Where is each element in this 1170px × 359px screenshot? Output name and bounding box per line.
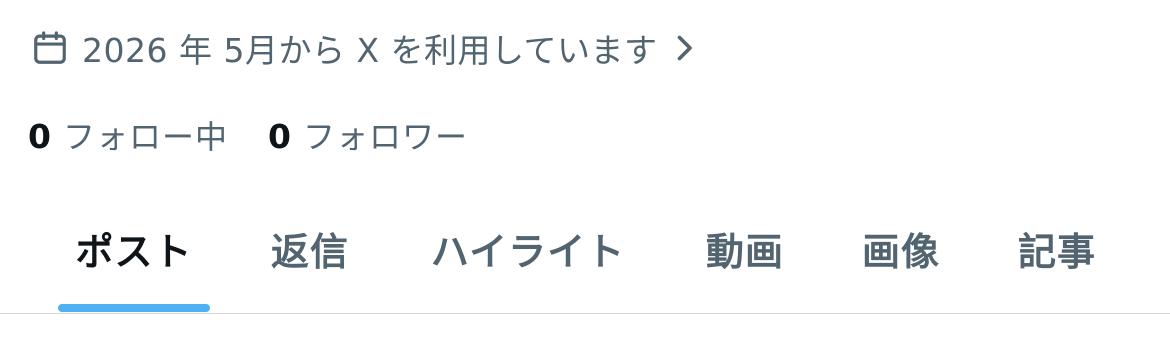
joined-date-row[interactable]: 2026 年 5月から X を利用しています: [30, 24, 698, 72]
active-tab-indicator: [58, 304, 210, 312]
tab-label: 画像: [861, 230, 940, 274]
tabs-divider: [0, 313, 1170, 314]
tab-highlights[interactable]: ハイライト: [408, 196, 648, 312]
following-count: 0: [28, 117, 51, 156]
tab-label: 記事: [1017, 230, 1096, 274]
follow-stats: 0 フォロー中 0 フォロワー: [28, 110, 468, 160]
followers-label: フォロワー: [302, 118, 468, 156]
tab-articles[interactable]: 記事: [998, 196, 1116, 312]
tab-videos[interactable]: 動画: [686, 196, 804, 312]
following-link[interactable]: 0 フォロー中: [28, 112, 228, 158]
joined-date-text: 2026 年 5月から X を利用しています: [82, 31, 658, 70]
tab-label: ポスト: [75, 230, 193, 274]
following-label: フォロー中: [62, 118, 228, 156]
tab-posts[interactable]: ポスト: [58, 196, 210, 312]
tab-label: 動画: [705, 230, 784, 274]
tab-label: 返信: [270, 230, 349, 274]
chevron-right-icon: [670, 28, 698, 68]
tab-images[interactable]: 画像: [842, 196, 960, 312]
calendar-icon: [30, 28, 70, 68]
tab-replies[interactable]: 返信: [252, 196, 368, 312]
followers-count: 0: [267, 117, 291, 156]
tab-label: ハイライト: [430, 230, 626, 274]
profile-tabs: ポスト 返信 ハイライト 動画 画像 記事: [0, 196, 1170, 312]
followers-link[interactable]: 0 フォロワー: [268, 112, 468, 158]
